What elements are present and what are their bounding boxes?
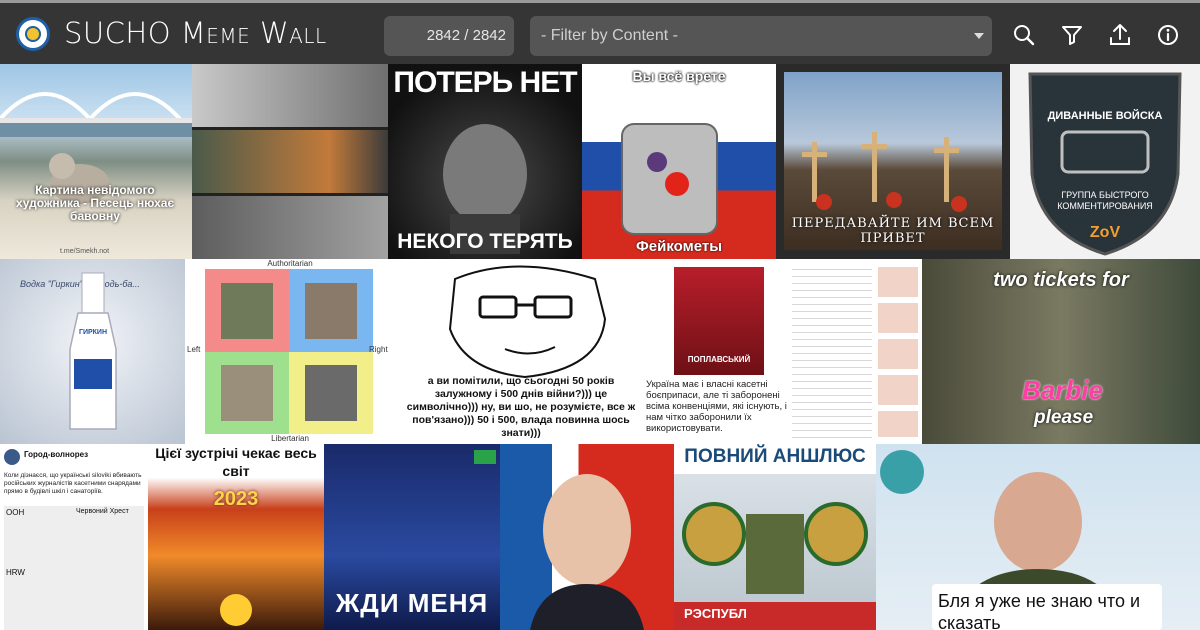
vodka-bottle-illustration (69, 272, 117, 430)
wojak-illustration (448, 265, 607, 379)
portrait-illustration (530, 474, 644, 630)
channel-name: Город-волнорез (24, 450, 89, 459)
meme-panel (4, 506, 144, 630)
meme-tile[interactable]: Цієї зустрічі чекає весь світ 2023 (148, 444, 324, 630)
meme-caption: Україна має і власні касетні боєприпаси,… (646, 379, 787, 434)
meme-tile[interactable]: а ви помітили, що сьогодні 50 років залу… (395, 259, 642, 444)
barbie-logo-text: Barbie (1022, 375, 1103, 405)
meme-grid: Картина невідомого художника - Песець ню… (0, 64, 1200, 630)
sucho-logo[interactable] (16, 17, 50, 51)
banner-text: РЭСПУБЛ (684, 606, 747, 621)
filter-icon (1062, 26, 1082, 45)
meme-top-text: Цієї зустрічі чекає весь світ (155, 445, 317, 479)
meme-tile[interactable]: ДИВАННЫЕ ВОЙСКА ГРУППА БЫСТРОГО КОММЕНТИ… (1010, 64, 1200, 259)
axis-label-top: Authoritarian (267, 259, 313, 268)
meme-top-text: ДИВАННЫЕ ВОЙСКА (1047, 110, 1163, 122)
info-button[interactable] (1154, 21, 1182, 49)
compass-photo (305, 283, 357, 339)
meme-caption: Картина невідомого художника - Песець ню… (15, 183, 175, 223)
filter-select-value: - Filter by Content - (541, 27, 678, 44)
axis-label-right: Right (369, 345, 388, 354)
meme-bottom-text: please (1034, 407, 1094, 428)
meme-tile[interactable]: two tickets for Barbie please (922, 259, 1200, 444)
meme-count-field[interactable]: 2842 / 2842 (384, 16, 514, 56)
meme-panel (192, 130, 388, 193)
meme-tile[interactable]: ПОПЛАВСЬКИЙ Україна має і власні касетні… (642, 259, 922, 444)
upload-button[interactable] (1106, 21, 1134, 49)
top-bar: SUCHO Meme Wall 2842 / 2842 - Filter by … (0, 0, 1200, 64)
meme-caption: Бля я уже не знаю что и сказать (938, 591, 1141, 630)
chevron-down-icon (974, 33, 984, 39)
compass-photo (305, 365, 357, 421)
meme-panel (192, 64, 388, 127)
app-title: SUCHO Meme Wall (64, 16, 327, 50)
meme-tile[interactable]: Картина невідомого художника - Песець ню… (0, 64, 192, 259)
text-column (792, 263, 872, 439)
panel-label: Червоний Хрест (76, 508, 129, 515)
axis-label-bottom: Libertarian (271, 434, 309, 443)
panel-label: ООН (6, 508, 25, 517)
meme-mid-text: ГРУППА БЫСТРОГО КОММЕНТИРОВАНИЯ (1057, 190, 1153, 211)
axis-label-left: Left (187, 345, 201, 354)
content-filter-select[interactable]: - Filter by Content - (530, 16, 992, 56)
panel-label: HRW (6, 568, 25, 577)
channel-badge (474, 450, 496, 464)
compass-photo (221, 365, 273, 421)
meme-tile[interactable] (192, 64, 388, 259)
meme-bottom-text: Фейкометы (635, 238, 723, 255)
meme-tile[interactable]: Authoritarian Left Right Libertarian (185, 259, 395, 444)
bridge-illustration (0, 92, 192, 204)
cartoon-illustration (621, 123, 718, 235)
meme-tile[interactable]: ПОТЕРЬ НЕТ НЕКОГО ТЕРЯТЬ (388, 64, 582, 259)
meme-tile[interactable]: Вы всё врете Фейкометы (582, 64, 776, 259)
bottle-label: ГИРКИН (78, 329, 108, 336)
meme-tile[interactable]: Водка "Гиркин" пригодь-ба... ГИРКИН (0, 259, 185, 444)
meme-caption: а ви помітили, що сьогодні 50 років залу… (406, 375, 636, 439)
filter-button[interactable] (1058, 21, 1086, 49)
meme-tile[interactable]: ЖДИ МЕНЯ (324, 444, 500, 630)
meme-tile[interactable]: ПЕРЕДАВАЙТЕ ИМ ВСЕМ ПРИВЕТ (776, 64, 1010, 259)
upload-icon (1110, 24, 1130, 45)
meme-tile[interactable]: Бля я уже не знаю что и сказать (876, 444, 1200, 630)
meme-tile[interactable]: Город-волнорез Коли дізнаєся, що українс… (0, 444, 148, 630)
cassette-name: ПОПЛАВСЬКИЙ (687, 355, 751, 364)
meme-tile[interactable] (500, 444, 674, 630)
search-icon (1014, 25, 1035, 46)
avatar (4, 449, 20, 465)
laughing-emoji-icon (220, 594, 252, 626)
info-icon (1158, 25, 1178, 45)
meme-top-text: two tickets for (993, 269, 1129, 291)
meme-watermark: t.me/Smekh.not (60, 248, 110, 255)
search-button[interactable] (1010, 21, 1038, 49)
meme-caption: ПЕРЕДАВАЙТЕ ИМ ВСЕМ ПРИВЕТ (791, 216, 995, 246)
meme-tile[interactable]: ПОВНИЙ АНШЛЮС РЭСПУБЛ (674, 444, 876, 630)
meme-bottom-text: НЕКОГО ТЕРЯТЬ (397, 230, 573, 253)
clown-strip (878, 267, 918, 437)
meme-bottom-text: ZoV (1089, 224, 1121, 241)
year-text: 2023 (213, 488, 259, 510)
meme-panel (192, 196, 388, 259)
meme-caption: ЖДИ МЕНЯ (335, 588, 489, 618)
compass-photo (221, 283, 273, 339)
meme-caption: Коли дізнаєся, що українські siloviki вб… (4, 472, 142, 495)
